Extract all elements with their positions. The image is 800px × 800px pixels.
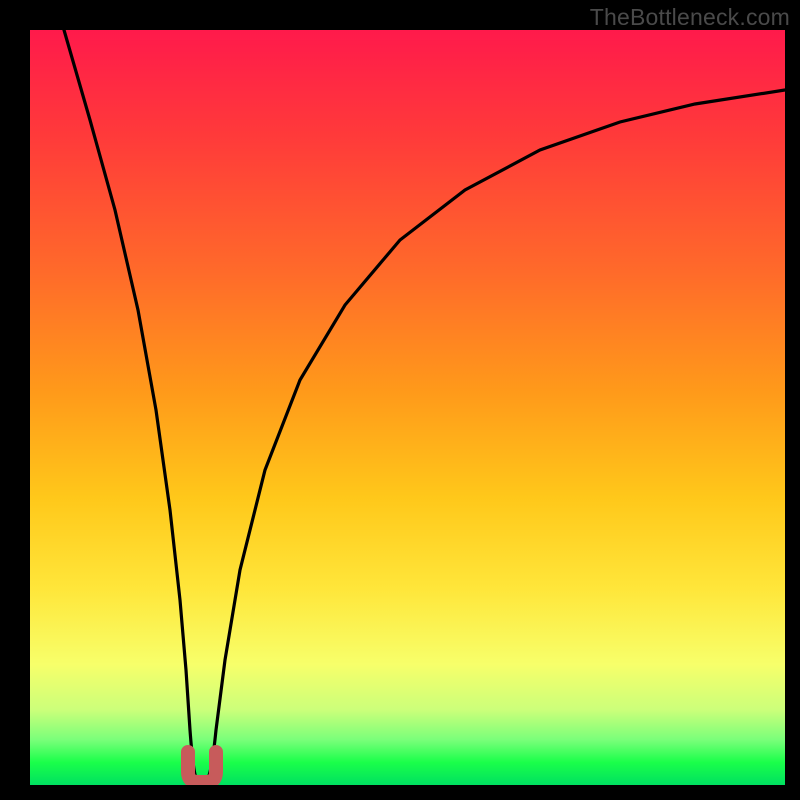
chart-frame: TheBottleneck.com — [0, 0, 800, 800]
bottleneck-curve — [30, 30, 785, 785]
plot-area — [30, 30, 785, 785]
watermark-text: TheBottleneck.com — [590, 4, 790, 31]
min-marker — [188, 752, 216, 782]
curve-path — [64, 30, 785, 780]
